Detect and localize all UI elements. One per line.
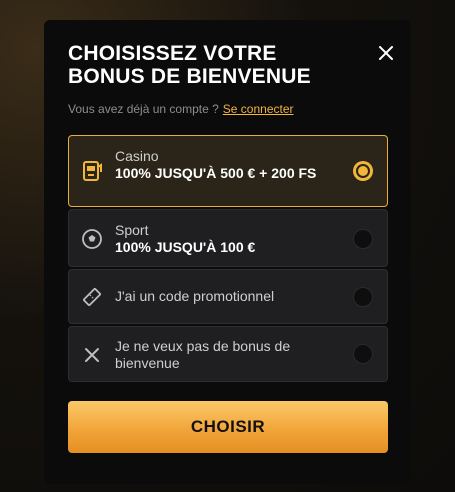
option-casino-radio[interactable] <box>353 161 373 181</box>
soccer-ball-icon <box>81 228 103 250</box>
option-sport-radio[interactable] <box>353 229 373 249</box>
option-sport-value: 100% JUSQU'À 100 € <box>115 239 256 255</box>
option-promo-label: J'ai un code promotionnel <box>115 288 275 304</box>
close-icon <box>81 344 103 366</box>
option-promo-radio[interactable] <box>353 287 373 307</box>
option-promo-text: J'ai un code promotionnel <box>115 288 335 305</box>
option-casino-value: 100% JUSQU'À 500 € + 200 FS <box>115 165 317 181</box>
login-prompt: Vous avez déjà un compte ? <box>68 102 219 116</box>
choose-button[interactable]: CHOISIR <box>68 401 388 453</box>
option-promo-code[interactable]: J'ai un code promotionnel <box>68 269 388 324</box>
option-casino-text: Casino 100% JUSQU'À 500 € + 200 FS <box>115 148 335 182</box>
option-casino-label: Casino <box>115 148 159 164</box>
option-sport[interactable]: Sport 100% JUSQU'À 100 € <box>68 209 388 267</box>
option-no-bonus-label: Je ne veux pas de bonus de bienvenue <box>115 338 291 371</box>
modal-title: CHOISISSEZ VOTRE BONUS DE BIENVENUE <box>68 42 311 88</box>
option-casino[interactable]: Casino 100% JUSQU'À 500 € + 200 FS <box>68 135 388 207</box>
login-link[interactable]: Se connecter <box>223 102 294 116</box>
close-button[interactable] <box>375 42 397 64</box>
option-no-bonus-text: Je ne veux pas de bonus de bienvenue <box>115 338 335 372</box>
login-prompt-row: Vous avez déjà un compte ? Se connecter <box>68 102 294 116</box>
option-no-bonus[interactable]: Je ne veux pas de bonus de bienvenue <box>68 326 388 382</box>
welcome-bonus-modal: CHOISISSEZ VOTRE BONUS DE BIENVENUE Vous… <box>44 20 411 484</box>
ticket-icon <box>81 286 103 308</box>
option-sport-label: Sport <box>115 222 149 238</box>
option-no-bonus-radio[interactable] <box>353 344 373 364</box>
close-icon <box>379 46 393 60</box>
option-sport-text: Sport 100% JUSQU'À 100 € <box>115 222 335 256</box>
slot-machine-icon <box>81 160 103 182</box>
